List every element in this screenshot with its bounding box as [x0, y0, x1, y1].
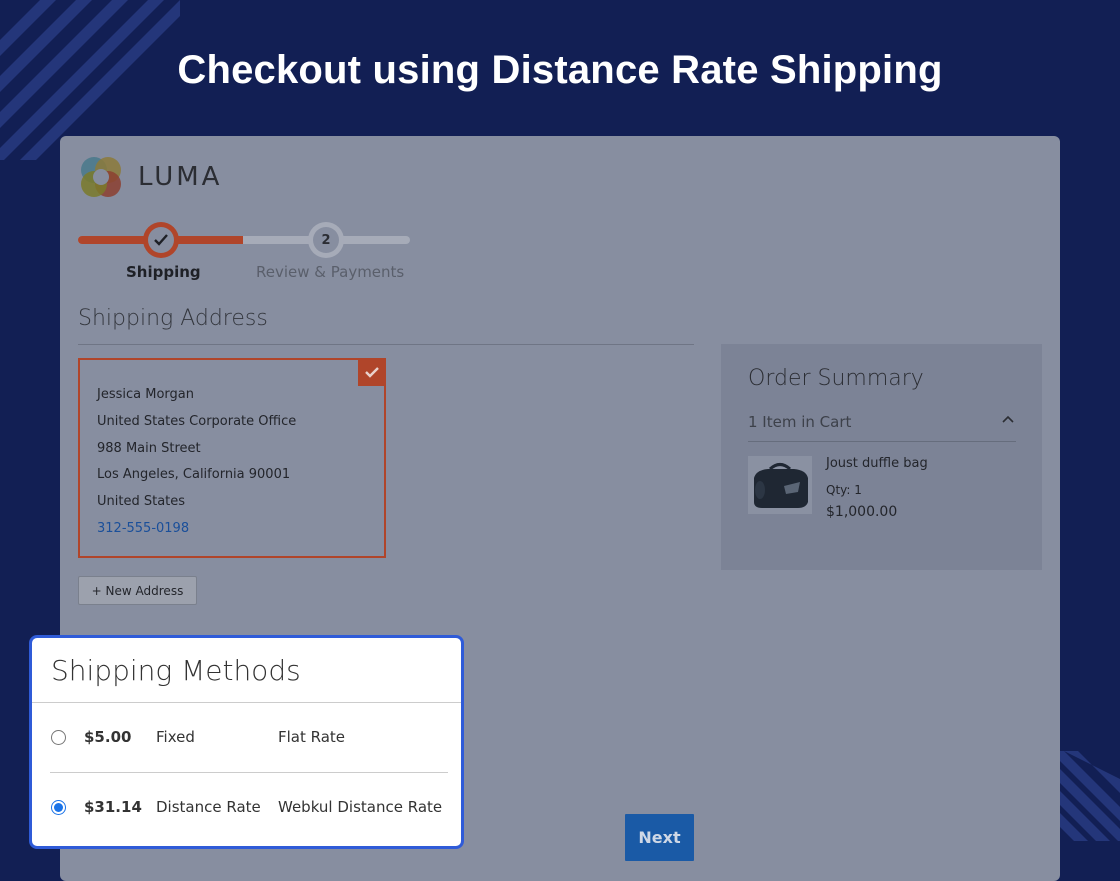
address-card-selected[interactable]: Jessica Morgan United States Corporate O… — [78, 358, 386, 558]
order-summary-heading: Order Summary — [748, 366, 924, 391]
method-type: Fixed — [156, 728, 195, 746]
shipping-methods-heading: Shipping Methods — [51, 654, 301, 687]
address-name: Jessica Morgan — [97, 387, 194, 402]
luma-logo[interactable]: LUMA — [78, 154, 222, 200]
product-qty: Qty: 1 — [826, 483, 862, 497]
shipping-radio-distance-rate[interactable] — [51, 800, 66, 815]
method-price: $5.00 — [84, 728, 132, 746]
order-summary: Order Summary 1 Item in Cart Joust duffl… — [721, 344, 1042, 570]
selected-check-icon — [358, 359, 385, 386]
address-company: United States Corporate Office — [97, 413, 297, 429]
step-review-label[interactable]: Review & Payments — [256, 263, 404, 281]
divider — [748, 441, 1016, 442]
method-carrier: Flat Rate — [278, 728, 346, 746]
shipping-option-flat-rate[interactable]: $5.00 Fixed Flat Rate — [32, 724, 461, 754]
product-thumbnail[interactable] — [748, 456, 812, 514]
new-address-button[interactable]: + New Address — [78, 576, 197, 605]
chevron-up-icon — [1002, 415, 1014, 423]
step-review-indicator[interactable]: 2 — [308, 222, 344, 258]
step-shipping-indicator[interactable] — [143, 222, 179, 258]
method-type: Distance Rate — [156, 798, 261, 816]
logo-text: LUMA — [138, 162, 223, 192]
next-button[interactable]: Next — [625, 814, 694, 861]
address-phone-link[interactable]: 312-555-0198 — [97, 516, 296, 543]
shipping-radio-flat-rate[interactable] — [51, 730, 66, 745]
cart-items-toggle[interactable]: 1 Item in Cart — [748, 412, 1016, 442]
step-shipping-label[interactable]: Shipping — [126, 263, 201, 281]
checkmark-icon — [154, 234, 168, 246]
step-number: 2 — [313, 227, 339, 253]
shipping-option-distance-rate[interactable]: $31.14 Distance Rate Webkul Distance Rat… — [32, 794, 461, 824]
product-name: Joust duffle bag — [826, 456, 928, 471]
address-lines: Jessica Morgan United States Corporate O… — [97, 382, 296, 543]
shipping-address-heading: Shipping Address — [78, 306, 268, 331]
address-country: United States — [97, 494, 186, 510]
luma-logo-icon — [81, 157, 121, 197]
address-city: Los Angeles, California 90001 — [97, 467, 291, 483]
decorative-stripes — [1050, 751, 1120, 841]
cart-items-label: 1 Item in Cart — [748, 413, 852, 431]
page-title: Checkout using Distance Rate Shipping — [177, 48, 943, 92]
product-price: $1,000.00 — [826, 504, 898, 520]
divider — [78, 344, 694, 345]
method-price: $31.14 — [84, 798, 142, 816]
shipping-methods-panel: Shipping Methods $5.00 Fixed Flat Rate $… — [29, 635, 464, 849]
divider — [32, 702, 461, 703]
checkout-progress: 2 Shipping Review & Payments — [78, 222, 410, 282]
divider — [50, 772, 448, 773]
method-carrier: Webkul Distance Rate — [278, 798, 443, 816]
address-street: 988 Main Street — [97, 440, 201, 456]
